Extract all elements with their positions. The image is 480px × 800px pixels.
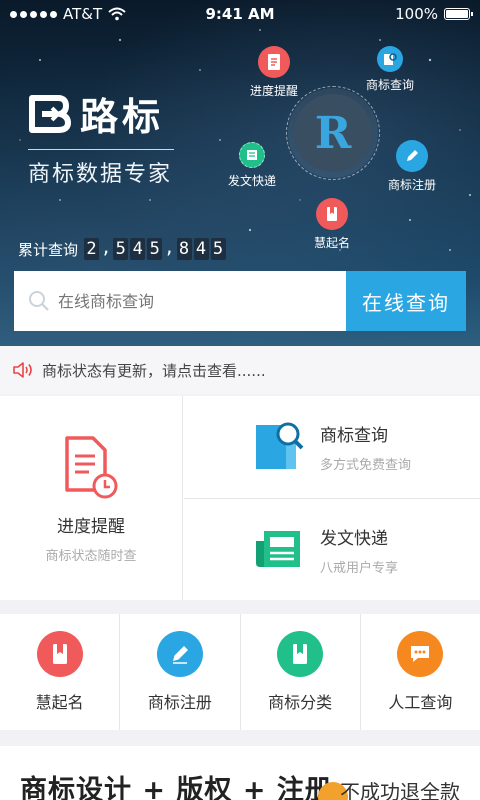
newspaper-icon	[239, 142, 265, 168]
status-bar: AT&T 9:41 AM 100%	[0, 0, 480, 28]
document-clock-icon	[65, 436, 118, 499]
brand-name: 路标	[80, 95, 165, 139]
quick-register-label: 商标注册	[147, 693, 212, 712]
orbit-item-progress[interactable]: 进度提醒	[250, 46, 298, 99]
document-icon	[258, 46, 290, 78]
counter-digit: 5	[147, 238, 163, 260]
quick-register[interactable]: 商标注册	[119, 614, 239, 730]
query-counter: 累计查询 2,545,845	[18, 238, 226, 260]
quick-naming-label: 慧起名	[35, 693, 84, 712]
counter-digit: 4	[193, 238, 209, 260]
quick-naming[interactable]: 慧起名	[0, 614, 119, 730]
counter-digit: 2	[84, 238, 100, 260]
quick-manual-label: 人工查询	[388, 693, 453, 712]
signal-icon	[10, 10, 57, 18]
book-icon	[316, 198, 348, 230]
orbit-item-naming[interactable]: 慧起名	[314, 198, 350, 251]
quick-actions: 慧起名 商标注册 商标分类 人工查询	[0, 614, 480, 730]
newspaper-icon	[256, 530, 300, 567]
counter-digit: 5	[113, 238, 129, 260]
feature-trademark-search[interactable]: 商标查询 多方式免费查询	[184, 396, 480, 498]
promo-banner[interactable]: 商标设计 + 版权 + 注册 不成功退全款	[0, 746, 480, 800]
search-input[interactable]	[58, 291, 318, 311]
hero-header: AT&T 9:41 AM 100% 路标 商标数据专家 R 进度提醒 商标查询 …	[0, 0, 480, 346]
search-doc-icon	[256, 422, 304, 469]
book-icon	[277, 631, 324, 677]
banner-refund-text: 不成功退全款	[340, 780, 460, 800]
feature-mail-express[interactable]: 发文快递 八戒用户专享	[184, 498, 480, 600]
search-icon	[29, 291, 49, 311]
brand-divider	[28, 149, 174, 150]
book-icon	[36, 631, 83, 677]
brand-logo-icon	[29, 94, 71, 133]
counter-digit: 8	[176, 238, 192, 260]
chat-icon	[397, 631, 444, 677]
feature-progress-title: 进度提醒	[57, 517, 125, 537]
notice-text: 商标状态有更新，请点击查看......	[42, 361, 266, 380]
search-button[interactable]: 在线查询	[346, 271, 466, 331]
quick-classify[interactable]: 商标分类	[239, 614, 360, 730]
counter-value: 2,545,845	[84, 238, 226, 260]
battery-percent: 100%	[395, 5, 438, 23]
search-field[interactable]	[14, 271, 346, 331]
quick-classify-label: 商标分类	[268, 693, 333, 712]
search-doc-icon	[377, 46, 403, 72]
feature-mail-subtitle: 八戒用户专享	[320, 560, 399, 576]
pen-icon	[156, 631, 203, 677]
wifi-icon	[108, 7, 126, 21]
counter-digit: 5	[210, 238, 226, 260]
pen-icon	[396, 140, 428, 172]
feature-progress[interactable]: 进度提醒 商标状态随时查	[0, 396, 183, 600]
counter-label: 累计查询	[18, 240, 79, 259]
feature-progress-subtitle: 商标状态随时查	[45, 549, 137, 564]
speaker-icon	[13, 362, 32, 378]
feature-search-title: 商标查询	[320, 426, 388, 446]
orbit-item-search[interactable]: 商标查询	[366, 46, 414, 93]
brand-tagline: 商标数据专家	[28, 162, 173, 187]
brand-block: 路标 商标数据专家	[28, 86, 174, 188]
trademark-r-logo: R	[294, 94, 372, 172]
quick-manual-query[interactable]: 人工查询	[359, 614, 480, 730]
orbit-item-mail[interactable]: 发文快递	[228, 142, 276, 189]
orbit-item-register[interactable]: 商标注册	[388, 140, 436, 193]
counter-digit: 4	[130, 238, 146, 260]
feature-search-subtitle: 多方式免费查询	[320, 458, 412, 473]
counter-separator: ,	[101, 238, 112, 258]
feature-grid: 进度提醒 商标状态随时查 商标查询 多方式免费查询 发文快递 八戒用户专享	[0, 396, 480, 600]
banner-headline: 商标设计 + 版权 + 注册	[20, 775, 333, 800]
carrier-label: AT&T	[63, 5, 103, 23]
search-bar: 在线查询	[14, 271, 466, 331]
notice-bar[interactable]: 商标状态有更新，请点击查看......	[0, 346, 480, 394]
battery-icon	[444, 8, 473, 20]
feature-mail-title: 发文快递	[320, 528, 388, 549]
counter-separator: ,	[164, 238, 175, 258]
